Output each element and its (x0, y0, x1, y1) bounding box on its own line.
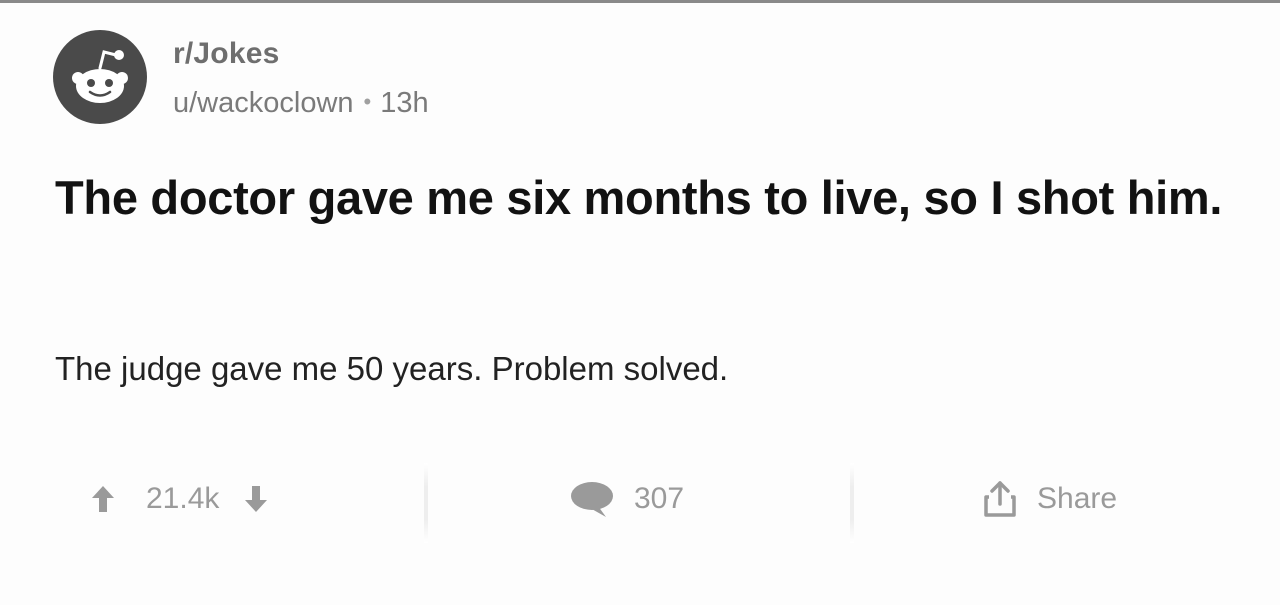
post-card[interactable]: r/Jokes u/wackoclown • 13h The doctor gave… (0, 3, 1280, 605)
reddit-snoo-icon (53, 30, 147, 124)
subreddit-avatar[interactable] (53, 30, 147, 124)
subreddit-name[interactable]: r/Jokes (173, 37, 279, 71)
post-title[interactable]: The doctor gave me six months to live, s… (55, 164, 1255, 231)
share-button[interactable]: Share (983, 477, 1117, 521)
action-divider (850, 463, 854, 543)
post-body: The judge gave me 50 years. Problem solv… (55, 350, 729, 387)
comments-button[interactable]: 307 (568, 477, 684, 521)
vote-group: 21.4k (90, 477, 269, 521)
meta-separator: • (363, 89, 372, 114)
downvote-arrow-icon[interactable] (243, 484, 269, 514)
post-age: 13h (380, 87, 429, 119)
author-link[interactable]: u/wackoclown (173, 87, 354, 119)
action-divider (424, 463, 428, 543)
post-meta: u/wackoclown • 13h (173, 87, 429, 120)
comment-bubble-icon (568, 479, 616, 519)
comment-count: 307 (634, 482, 685, 515)
share-label: Share (1037, 482, 1118, 515)
share-icon (983, 480, 1017, 518)
vote-score: 21.4k (146, 482, 220, 515)
action-bar: 21.4k 307 Share (0, 463, 1280, 543)
upvote-arrow-icon[interactable] (90, 484, 116, 514)
